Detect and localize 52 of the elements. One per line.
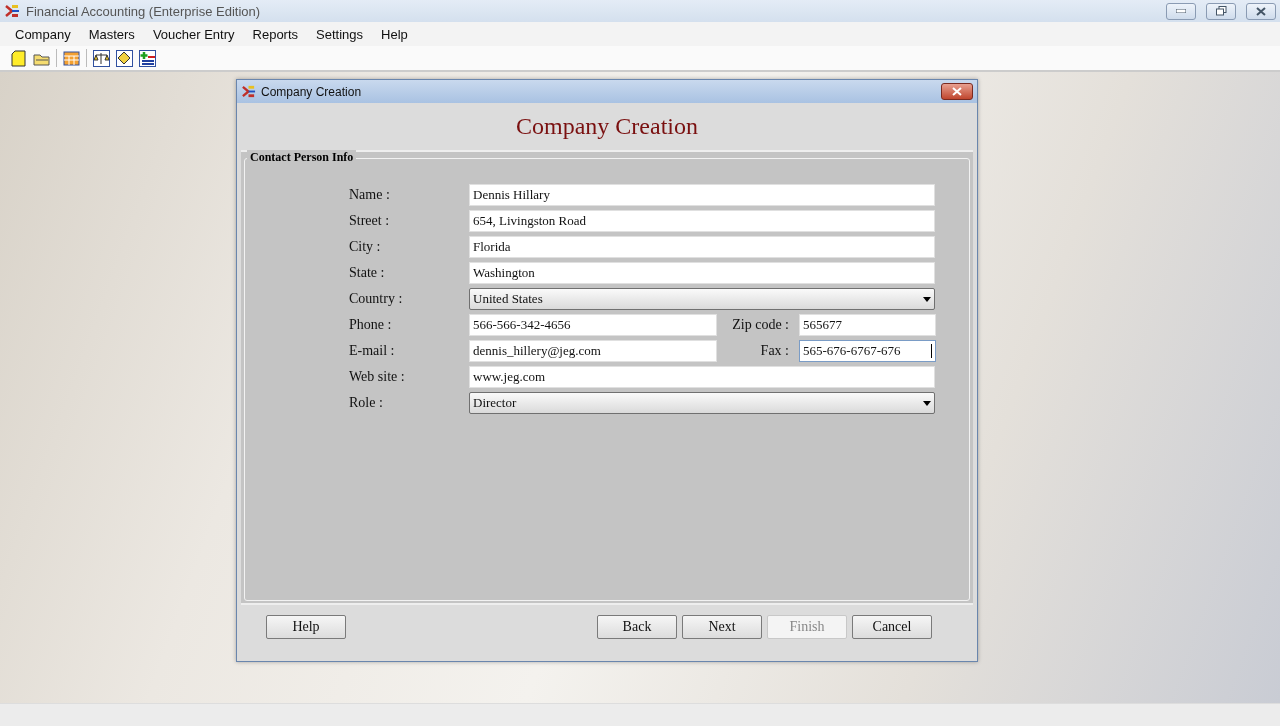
menu-item[interactable]: Company [6, 26, 80, 42]
field-label: City : [349, 239, 382, 255]
plus-minus-icon[interactable] [139, 49, 156, 67]
input-field[interactable]: 654, Livingston Road [469, 210, 935, 232]
menu-item[interactable]: Reports [243, 26, 308, 42]
dialog-button[interactable]: Next [682, 615, 762, 639]
dialog-title: Company Creation [261, 84, 363, 99]
restore-button[interactable] [1206, 2, 1236, 20]
field-label: Phone : [349, 317, 393, 333]
dialog-button[interactable]: Cancel [852, 615, 932, 639]
close-button[interactable] [1246, 2, 1276, 20]
close-icon [1256, 6, 1266, 16]
scale-icon[interactable] [93, 49, 110, 67]
input-field[interactable]: dennis_hillery@jeg.com [469, 340, 717, 362]
dialog-button[interactable]: Help [266, 615, 346, 639]
input-field[interactable]: Dennis Hillary [469, 184, 935, 206]
field-label: Fax : [759, 343, 790, 359]
grid-icon[interactable] [63, 49, 80, 67]
restore-icon [1215, 6, 1227, 16]
diamond-icon[interactable] [116, 49, 133, 67]
dropdown-arrow-icon [923, 296, 931, 302]
menu-item[interactable]: Voucher Entry [143, 26, 244, 42]
window-title: Financial Accounting (Enterprise Edition) [26, 3, 262, 19]
close-button[interactable] [941, 83, 973, 100]
minimize-button[interactable] [1166, 2, 1196, 20]
dialog-heading: Company Creation [516, 113, 698, 140]
app-logo-icon [241, 84, 256, 99]
dialog-button[interactable]: Back [597, 615, 677, 639]
close-icon [952, 87, 962, 96]
dropdown-arrow-icon [923, 400, 931, 406]
input-field[interactable]: 565677 [799, 314, 936, 336]
new-file-icon[interactable] [10, 49, 27, 67]
field-label: Zip code : [731, 317, 790, 333]
menu-item[interactable]: Help [372, 26, 417, 42]
input-field[interactable]: 565-676-6767-676 [799, 340, 936, 362]
minimize-icon [1176, 9, 1186, 13]
input-field[interactable]: Florida [469, 236, 935, 258]
menu-item[interactable]: Settings [307, 26, 373, 42]
dropdown[interactable]: United States [469, 288, 935, 310]
input-field[interactable]: www.jeg.com [469, 366, 935, 388]
field-label: Name : [349, 187, 391, 203]
menu-item[interactable]: Masters [79, 26, 144, 42]
input-field[interactable]: 566-566-342-4656 [469, 314, 717, 336]
field-label: Role : [349, 395, 384, 411]
field-label: E-mail : [349, 343, 396, 359]
field-label: Web site : [349, 369, 406, 385]
field-label: Street : [349, 213, 391, 229]
dropdown[interactable]: Director [469, 392, 935, 414]
field-label: State : [349, 265, 386, 281]
app-logo-icon [4, 3, 20, 19]
input-field[interactable]: Washington [469, 262, 935, 284]
field-label: Country : [349, 291, 404, 307]
